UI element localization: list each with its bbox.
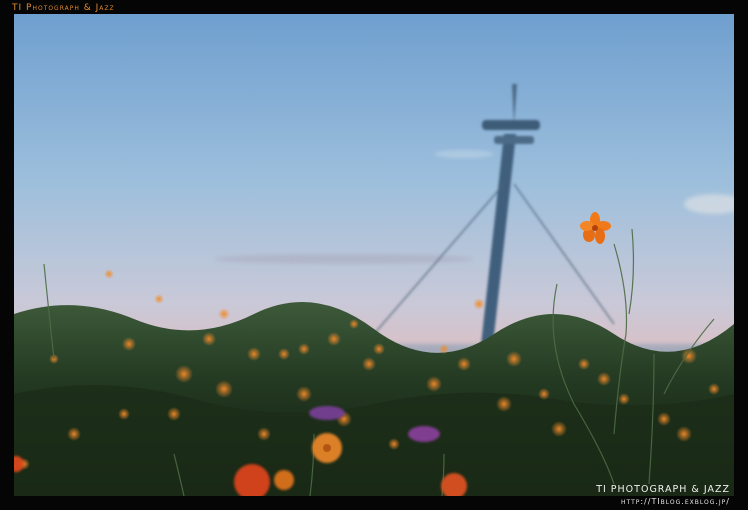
top-left-watermark: TI Photograph & Jazz <box>12 3 115 13</box>
watermark-title: TI PHOTOGRAPH & JAZZ <box>596 484 730 495</box>
photo-scene <box>14 14 734 496</box>
photograph <box>14 14 734 496</box>
photo-frame: TI Photograph & Jazz TI PHOTOGRAPH & JAZ… <box>0 0 748 510</box>
watermark-url: http://TIblog.exblog.jp/ <box>621 497 730 506</box>
bottom-right-watermark: TI PHOTOGRAPH & JAZZ http://TIblog.exblo… <box>596 484 730 508</box>
